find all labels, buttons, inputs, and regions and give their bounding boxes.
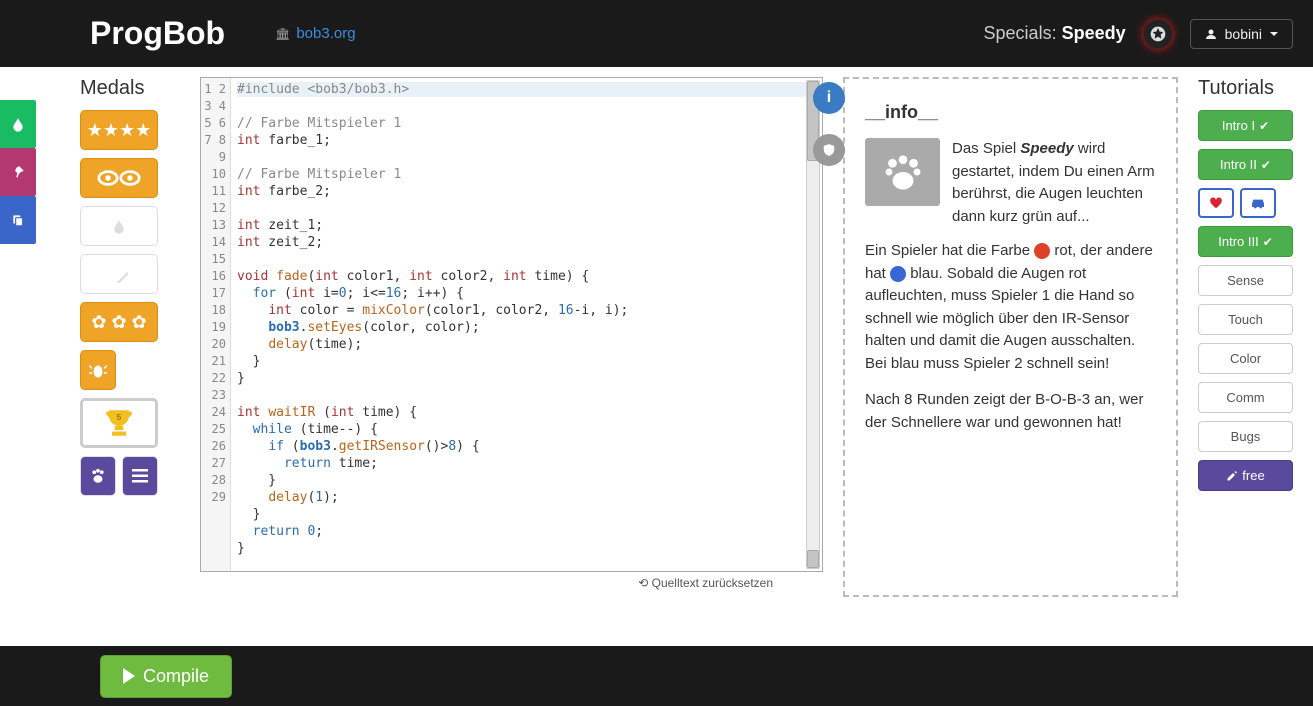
medal-menu-button[interactable] bbox=[122, 456, 158, 496]
chevron-down-icon bbox=[1270, 32, 1278, 36]
medal-bug[interactable] bbox=[80, 350, 116, 390]
code-editor[interactable]: 1 2 3 4 5 6 7 8 9 10 11 12 13 14 15 16 1… bbox=[200, 77, 823, 572]
tutorial-intro3[interactable]: Intro III✔ bbox=[1198, 226, 1293, 257]
medal-trophy[interactable]: 5 bbox=[80, 398, 158, 448]
tutorials-title: Tutorials bbox=[1198, 77, 1293, 100]
check-icon: ✔ bbox=[1263, 235, 1273, 249]
blue-dot-icon bbox=[890, 266, 906, 282]
car-icon bbox=[1250, 197, 1266, 209]
line-gutter: 1 2 3 4 5 6 7 8 9 10 11 12 13 14 15 16 1… bbox=[201, 78, 231, 571]
rail-pin-button[interactable] bbox=[0, 148, 36, 196]
scrollbar-down[interactable] bbox=[807, 550, 819, 568]
shield-tab-button[interactable] bbox=[813, 134, 845, 166]
tutorial-sense[interactable]: Sense bbox=[1198, 265, 1293, 296]
info-column: i __info__ Das Spiel Speedy wird gestart… bbox=[843, 77, 1178, 646]
user-icon bbox=[1205, 28, 1217, 40]
info-tab-button[interactable]: i bbox=[813, 82, 845, 114]
compile-button[interactable]: Compile bbox=[100, 655, 232, 698]
paw-icon bbox=[882, 151, 924, 193]
medals-title: Medals bbox=[80, 77, 180, 100]
svg-text:5: 5 bbox=[117, 412, 122, 422]
tutorials-panel: Tutorials Intro I✔ Intro II✔ Intro III✔ … bbox=[1198, 77, 1293, 646]
editor-panel: 1 2 3 4 5 6 7 8 9 10 11 12 13 14 15 16 1… bbox=[200, 77, 823, 646]
medal-gears[interactable]: ✿ ✿ ✿ bbox=[80, 302, 158, 342]
pin-icon bbox=[11, 165, 25, 179]
bug-icon bbox=[89, 361, 107, 379]
tutorial-free[interactable]: free bbox=[1198, 460, 1293, 491]
check-icon: ✔ bbox=[1259, 119, 1269, 133]
tutorial-car[interactable] bbox=[1240, 188, 1276, 218]
user-menu-button[interactable]: bobini bbox=[1190, 19, 1293, 49]
info-para-3: Nach 8 Runden zeigt der B-O-B-3 an, wer … bbox=[865, 389, 1156, 434]
star-badge[interactable] bbox=[1141, 17, 1175, 51]
edit-icon bbox=[1226, 470, 1238, 482]
tutorial-bugs[interactable]: Bugs bbox=[1198, 421, 1293, 452]
specials-label: Specials: Speedy bbox=[984, 23, 1126, 44]
tutorial-touch[interactable]: Touch bbox=[1198, 304, 1293, 335]
medal-drop-locked[interactable] bbox=[80, 206, 158, 246]
medal-stars[interactable]: ★★★★ bbox=[80, 110, 158, 150]
wand-icon bbox=[110, 265, 128, 283]
medal-eyes[interactable] bbox=[80, 158, 158, 198]
info-para-2: Ein Spieler hat die Farbe rot, der ander… bbox=[865, 240, 1156, 375]
specials-name: Speedy bbox=[1062, 23, 1126, 43]
app-logo[interactable]: ProgBob bbox=[90, 15, 225, 52]
shield-icon bbox=[822, 142, 836, 158]
rail-drop-button[interactable] bbox=[0, 100, 36, 148]
drop-icon bbox=[112, 217, 126, 235]
medal-wand-locked[interactable] bbox=[80, 254, 158, 294]
reset-source-link[interactable]: ⟲ Quelltext zurücksetzen bbox=[200, 572, 823, 590]
main-content: Medals ★★★★ ✿ ✿ ✿ 5 1 2 3 4 5 bbox=[0, 67, 1313, 646]
info-panel: __info__ Das Spiel Speedy wird gestartet… bbox=[843, 77, 1178, 597]
star-icon bbox=[1150, 26, 1166, 42]
rail-copy-button[interactable] bbox=[0, 196, 36, 244]
tutorial-intro2[interactable]: Intro II✔ bbox=[1198, 149, 1293, 180]
footer: Compile bbox=[0, 646, 1313, 706]
drop-icon bbox=[11, 115, 25, 133]
menu-icon bbox=[132, 469, 148, 483]
play-icon bbox=[123, 668, 135, 684]
info-para-1: Das Spiel Speedy wird gestartet, indem D… bbox=[952, 138, 1156, 228]
code-area[interactable]: #include <bob3/bob3.h> // Farbe Mitspiel… bbox=[231, 78, 822, 571]
site-link[interactable]: 🏛 bob3.org bbox=[275, 25, 355, 42]
info-title: __info__ bbox=[865, 99, 1156, 126]
medal-paw-button[interactable] bbox=[80, 456, 116, 496]
info-image bbox=[865, 138, 940, 206]
tutorial-heart[interactable] bbox=[1198, 188, 1234, 218]
info-icon: i bbox=[827, 89, 831, 107]
heart-icon bbox=[1209, 196, 1223, 210]
header: ProgBob 🏛 bob3.org Specials: Speedy bobi… bbox=[0, 0, 1313, 67]
tutorial-color[interactable]: Color bbox=[1198, 343, 1293, 374]
building-icon: 🏛 bbox=[275, 27, 290, 41]
trophy-icon: 5 bbox=[102, 406, 136, 440]
tutorial-intro1[interactable]: Intro I✔ bbox=[1198, 110, 1293, 141]
tutorial-comm[interactable]: Comm bbox=[1198, 382, 1293, 413]
site-link-text: bob3.org bbox=[296, 25, 355, 42]
compile-label: Compile bbox=[143, 666, 209, 687]
left-rail bbox=[0, 100, 36, 244]
check-icon: ✔ bbox=[1261, 158, 1271, 172]
user-name: bobini bbox=[1225, 26, 1262, 42]
medals-panel: Medals ★★★★ ✿ ✿ ✿ 5 bbox=[80, 77, 180, 646]
copy-icon bbox=[11, 213, 25, 227]
eye-icon bbox=[97, 169, 141, 187]
paw-icon bbox=[89, 467, 107, 485]
red-dot-icon bbox=[1034, 243, 1050, 259]
